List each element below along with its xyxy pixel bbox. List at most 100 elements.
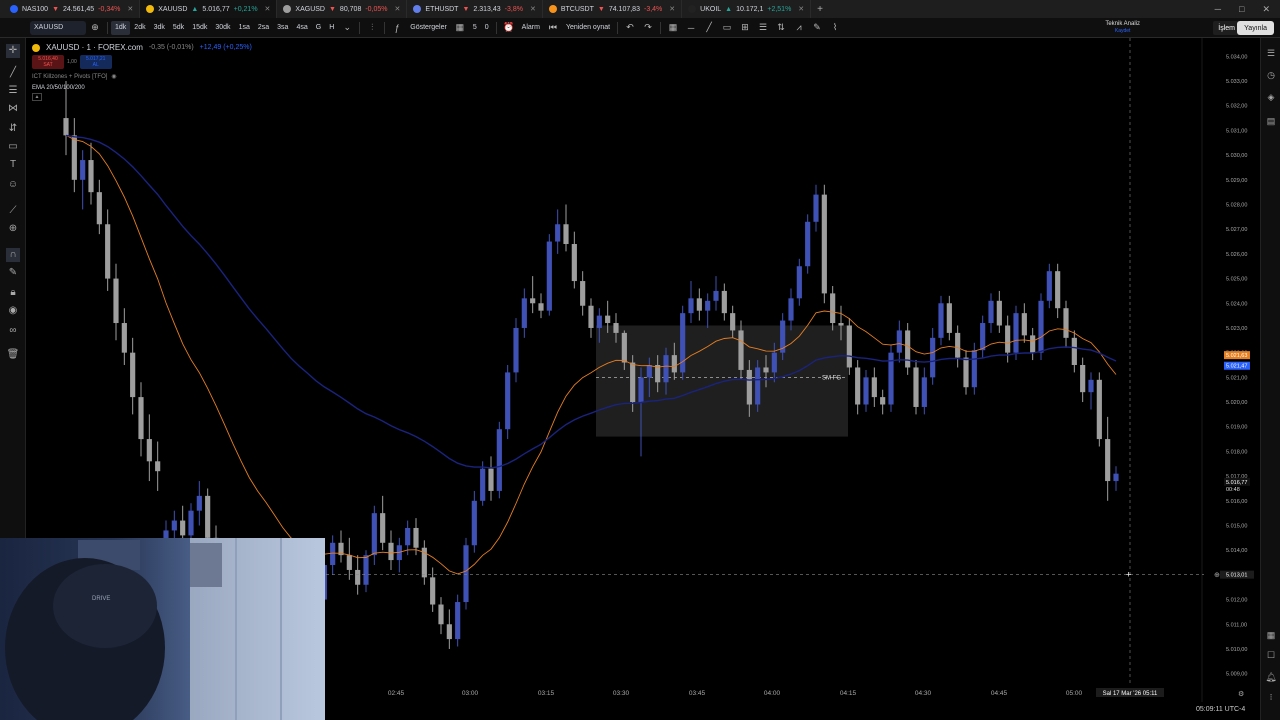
candle-body[interactable] (896, 330, 902, 353)
candle-body[interactable] (405, 527, 411, 546)
candle-body[interactable] (988, 300, 994, 324)
interval-4sa[interactable]: 4sa (292, 18, 311, 38)
legend-title[interactable]: XAUUSD · 1 · FOREX.com (46, 43, 143, 52)
interval-1sa[interactable]: 1sa (235, 18, 254, 38)
forecast-tool-icon[interactable]: ⇵ (6, 122, 20, 136)
candle-body[interactable] (388, 542, 394, 561)
rectangle-tool-icon[interactable]: ▭ (720, 21, 734, 35)
candle-body[interactable] (630, 362, 636, 403)
tab-xagusd[interactable]: XAGUSD ▼ 80,708 -0,05% ✕ (277, 0, 408, 18)
collapse-legend-icon[interactable]: ▲ (32, 93, 42, 101)
candle-body[interactable] (1071, 337, 1077, 365)
candle-body[interactable] (605, 315, 611, 324)
candle-body[interactable] (721, 290, 727, 314)
candle-body[interactable] (1080, 365, 1086, 393)
candle-body[interactable] (771, 352, 777, 373)
candle-body[interactable] (596, 315, 602, 328)
candle-body[interactable] (1105, 439, 1111, 482)
candle-body[interactable] (371, 513, 377, 556)
redo-icon[interactable]: ↷ (641, 21, 655, 35)
interval-H[interactable]: H (325, 18, 338, 38)
layers-icon[interactable]: ◈ (1264, 90, 1278, 104)
candle-body[interactable] (196, 495, 202, 511)
tab-xauusd[interactable]: XAUUSD ▲ 5.016,77 +0,21% ✕ (140, 0, 278, 18)
lock-icon[interactable]: 🔒︎ (6, 286, 20, 300)
candle-body[interactable] (955, 332, 961, 358)
interval-1dk[interactable]: 1dk (111, 20, 131, 35)
grid-tool-icon[interactable]: ▦ (666, 21, 680, 35)
candle-body[interactable] (863, 377, 869, 405)
trend-line-icon[interactable]: ╱ (702, 21, 716, 35)
candle-body[interactable] (80, 160, 86, 180)
indicators-icon[interactable]: ƒ (390, 21, 404, 35)
candle-body[interactable] (1096, 379, 1102, 440)
candle-body[interactable] (1038, 300, 1044, 353)
pattern-tool-icon[interactable]: ⋈ (6, 102, 20, 116)
interval-3dk[interactable]: 3dk (150, 18, 169, 38)
interval-3sa[interactable]: 3sa (273, 18, 292, 38)
candle-body[interactable] (1046, 271, 1052, 301)
chart-clock[interactable]: 05:09:11 UTC-4 (1196, 706, 1245, 713)
candle-body[interactable] (871, 377, 877, 398)
indicator-row-ema[interactable]: EMA 20/50/100/200 (32, 82, 252, 93)
tab-nas100[interactable]: NAS100 ▼ 24.561,45 -0,34% ✕ (4, 0, 141, 18)
candle-body[interactable] (446, 624, 452, 640)
calendar-icon[interactable]: ▦ (1264, 628, 1278, 642)
interval-2dk[interactable]: 2dk (130, 18, 149, 38)
interval-dropdown-icon[interactable]: ⌄ (340, 21, 354, 35)
interval-2sa[interactable]: 2sa (254, 18, 273, 38)
candle-body[interactable] (105, 224, 111, 279)
candle-body[interactable] (855, 367, 861, 405)
trade-button[interactable]: İşlem (1213, 21, 1240, 35)
candle-body[interactable] (155, 461, 161, 472)
candle-body[interactable] (413, 527, 419, 548)
fib-tool-icon[interactable]: ☰ (6, 84, 20, 98)
candle-body[interactable] (438, 604, 444, 625)
fib-icon[interactable]: ☰ (756, 21, 770, 35)
measure-icon[interactable]: ⌇ (828, 21, 842, 35)
candle-body[interactable] (538, 303, 544, 311)
indicator-row-killzones[interactable]: ICT Killzones + Pivots [TFO] ◉ (32, 71, 252, 82)
candle-body[interactable] (880, 397, 886, 405)
candle-body[interactable] (205, 495, 211, 538)
zoom-icon[interactable]: ⊕ (6, 222, 20, 236)
candle-body[interactable] (746, 369, 752, 405)
candle-body[interactable] (530, 298, 536, 304)
apps-icon[interactable]: ⁝ (1264, 690, 1278, 704)
candle-body[interactable] (71, 135, 77, 180)
eye-icon[interactable]: ◉ (111, 73, 116, 80)
candle-body[interactable] (480, 468, 486, 501)
candle-body[interactable] (171, 520, 177, 531)
candle-body[interactable] (921, 377, 927, 407)
close-tab-icon[interactable]: ✕ (798, 5, 804, 13)
candle-type-icon[interactable]: ⫶ (365, 21, 379, 35)
position-icon[interactable]: ⇅ (774, 21, 788, 35)
candle-body[interactable] (696, 298, 702, 311)
magnet-icon[interactable]: ∩ (6, 248, 20, 262)
candle-body[interactable] (730, 313, 736, 331)
candle-body[interactable] (621, 332, 627, 363)
candle-body[interactable] (805, 221, 811, 267)
candle-body[interactable] (963, 357, 969, 388)
close-tab-icon[interactable]: ✕ (265, 5, 271, 13)
candle-body[interactable] (113, 278, 119, 324)
compare-add-icon[interactable]: ⊕ (88, 21, 102, 35)
replay-icon[interactable]: ⏮ (546, 21, 560, 35)
interval-30dk[interactable]: 30dk (211, 18, 234, 38)
interval-15dk[interactable]: 15dk (188, 18, 211, 38)
symbol-search-input[interactable]: XAUUSD (30, 20, 86, 35)
candle-body[interactable] (513, 327, 519, 373)
sell-button[interactable]: 5.016,40 SAT (32, 55, 64, 69)
undo-icon[interactable]: ↶ (623, 21, 637, 35)
candle-body[interactable] (496, 429, 502, 491)
candle-body[interactable] (555, 224, 561, 242)
candle-body[interactable] (96, 192, 102, 225)
candle-body[interactable] (580, 281, 586, 306)
new-tab-icon[interactable]: + (811, 4, 829, 15)
candle-body[interactable] (938, 303, 944, 338)
crosshair-plus-icon[interactable]: ⊕ (1214, 572, 1220, 579)
candle-body[interactable] (180, 520, 186, 536)
ruler-icon[interactable]: ⟋ (6, 204, 20, 218)
candle-body[interactable] (905, 330, 911, 368)
minimize-icon[interactable]: ─ (1215, 4, 1221, 14)
